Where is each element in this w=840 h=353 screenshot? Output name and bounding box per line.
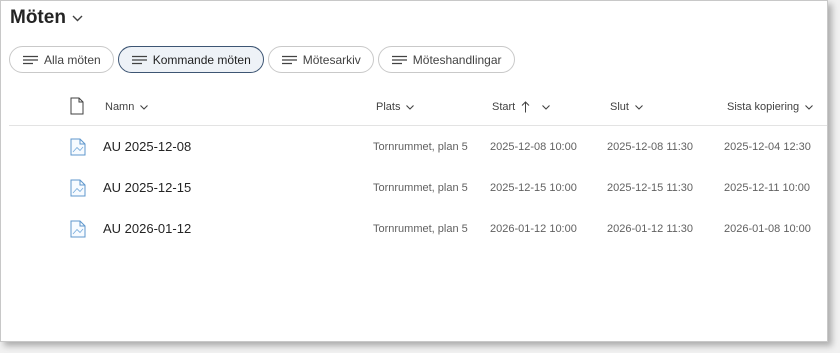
meeting-name-link[interactable]: AU 2026-01-12 <box>103 208 191 249</box>
view-label: Mötesarkiv <box>302 52 361 67</box>
view-lines-icon <box>131 55 147 64</box>
column-header-name[interactable]: Namn <box>105 89 149 125</box>
end-cell: 2026-01-12 11:30 <box>607 222 694 235</box>
view-label: Kommande möten <box>152 52 251 67</box>
chevron-down-icon <box>140 104 149 110</box>
location-cell: Tornrummet, plan 5 <box>373 181 468 194</box>
document-icon <box>70 138 86 156</box>
table-row[interactable]: AU 2025-12-15 Tornrummet, plan 5 2025-12… <box>9 167 827 208</box>
start-cell: 2025-12-15 10:00 <box>490 181 577 194</box>
column-header-last-copy[interactable]: Sista kopiering <box>727 89 814 125</box>
column-header-location[interactable]: Plats <box>376 89 415 125</box>
document-icon <box>70 179 86 197</box>
last-copy-cell: 2025-12-04 12:30 <box>724 140 811 153</box>
page-title: Möten <box>10 7 66 28</box>
chevron-down-icon <box>805 104 814 110</box>
view-switcher: Alla möten Kommande möten Mötesarkiv Möt… <box>9 46 515 73</box>
chevron-down-icon <box>406 104 415 110</box>
meeting-name-link[interactable]: AU 2025-12-15 <box>103 167 191 208</box>
column-header-label: Start <box>492 101 516 113</box>
view-upcoming-meetings-button[interactable]: Kommande möten <box>117 46 264 73</box>
chevron-down-icon <box>542 104 551 110</box>
view-label: Möteshandlingar <box>412 52 502 67</box>
end-cell: 2025-12-08 11:30 <box>607 140 694 153</box>
app-window: Möten Alla möten Kommande möten Mötesark… <box>0 0 828 342</box>
view-meeting-archive-button[interactable]: Mötesarkiv <box>267 46 374 73</box>
view-title-dropdown[interactable]: Möten <box>10 6 83 30</box>
column-header-label: Plats <box>376 101 401 113</box>
location-cell: Tornrummet, plan 5 <box>373 140 468 153</box>
column-header-label: Sista kopiering <box>727 101 800 113</box>
view-lines-icon <box>281 55 297 64</box>
start-cell: 2026-01-12 10:00 <box>490 222 577 235</box>
location-cell: Tornrummet, plan 5 <box>373 222 468 235</box>
column-header-end[interactable]: Slut <box>610 89 643 125</box>
table-row[interactable]: AU 2025-12-08 Tornrummet, plan 5 2025-12… <box>9 126 827 167</box>
column-header-start[interactable]: Start <box>492 89 551 125</box>
last-copy-cell: 2026-01-08 10:00 <box>724 222 811 235</box>
view-lines-icon <box>23 55 38 64</box>
document-icon <box>70 220 86 238</box>
column-header-label: Slut <box>610 101 629 113</box>
view-label: Alla möten <box>44 52 101 67</box>
column-header-label: Namn <box>105 101 135 113</box>
chevron-down-icon <box>72 15 83 21</box>
column-header-row: Namn Plats Start Slut Sista kopiering <box>9 89 827 126</box>
arrow-up-icon <box>521 101 530 113</box>
view-all-meetings-button[interactable]: Alla möten <box>9 46 114 73</box>
table-row[interactable]: AU 2026-01-12 Tornrummet, plan 5 2026-01… <box>9 208 827 249</box>
view-lines-icon <box>391 55 407 64</box>
chevron-down-icon <box>635 104 643 110</box>
end-cell: 2025-12-15 11:30 <box>607 181 694 194</box>
view-meeting-documents-button[interactable]: Möteshandlingar <box>377 46 515 73</box>
meeting-name-link[interactable]: AU 2025-12-08 <box>103 126 191 167</box>
last-copy-cell: 2025-12-11 10:00 <box>724 181 811 194</box>
start-cell: 2025-12-08 10:00 <box>490 140 577 153</box>
document-icon[interactable] <box>70 97 84 115</box>
